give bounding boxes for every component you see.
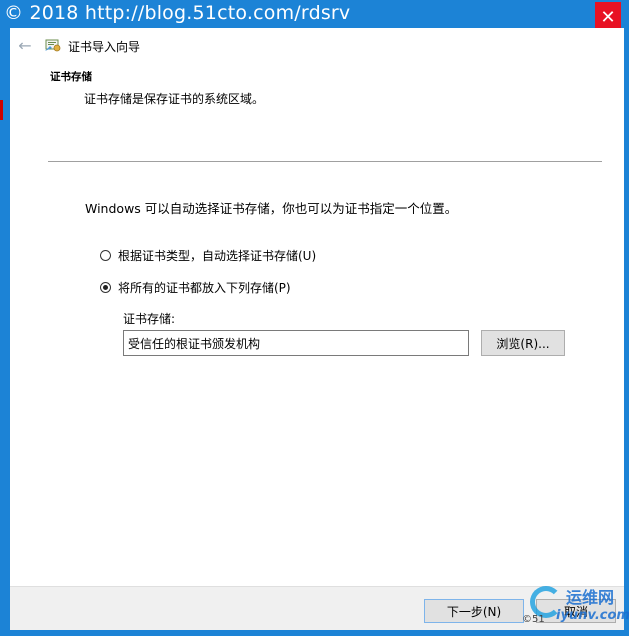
certificate-store-label: 证书存储:	[123, 312, 176, 326]
wizard-content: ← 证书导入向导 证书存储 证书存储是保存证书的系统区域。 Windows 可以…	[10, 28, 624, 630]
close-icon: ✕	[600, 6, 616, 28]
browse-button[interactable]: 浏览(R)...	[481, 330, 565, 356]
radio-button-selected[interactable]	[100, 281, 111, 293]
certificate-import-wizard-window: © 2018 http://blog.51cto.com/rdsrv ✕ ← 证…	[0, 0, 629, 636]
wizard-title: 证书导入向导	[68, 40, 141, 54]
site-logo-watermark: 运维网 iyunv.com ©51	[516, 578, 629, 632]
intro-text: Windows 可以自动选择证书存储，你也可以为证书指定一个位置。	[85, 201, 458, 216]
radio-auto-select-store[interactable]: 根据证书类型，自动选择证书存储(U)	[100, 246, 316, 264]
page-description: 证书存储是保存证书的系统区域。	[84, 92, 265, 106]
radio-label-manual: 将所有的证书都放入下列存储(P)	[118, 280, 291, 295]
certificate-store-field[interactable]	[123, 330, 469, 356]
radio-button-unselected[interactable]	[100, 249, 111, 261]
back-arrow-icon[interactable]: ←	[15, 34, 35, 56]
radio-label-auto: 根据证书类型，自动选择证书存储(U)	[118, 248, 317, 263]
blog-watermark: © 2018 http://blog.51cto.com/rdsrv	[4, 2, 351, 24]
logo-small-text: ©51	[522, 614, 545, 625]
next-button[interactable]: 下一步(N)	[424, 599, 524, 623]
radio-place-all-certificates[interactable]: 将所有的证书都放入下列存储(P)	[100, 278, 291, 296]
header-divider	[48, 161, 602, 162]
page-title: 证书存储	[50, 71, 92, 83]
wizard-navigation-bar: ← 证书导入向导	[10, 28, 624, 64]
background-window-edge	[0, 100, 3, 120]
logo-text-line2: iyunv.com	[556, 608, 629, 623]
certificate-wizard-icon	[45, 39, 61, 52]
logo-text-line1: 运维网	[566, 588, 615, 607]
